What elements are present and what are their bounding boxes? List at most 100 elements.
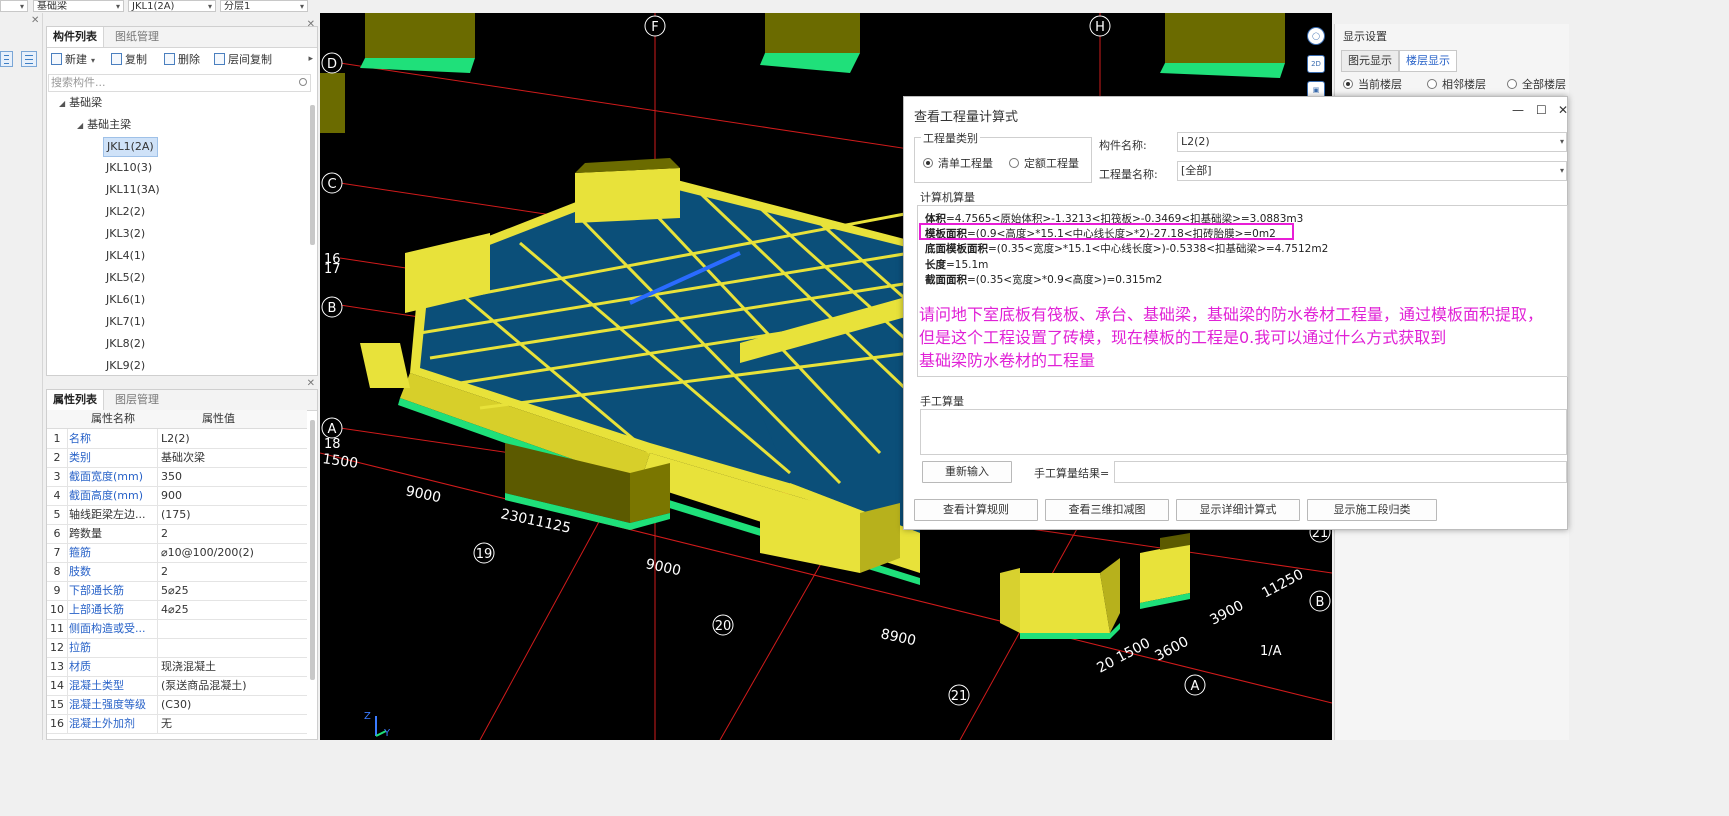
table-row[interactable]: 9 下部通长筋 5⌀25 <box>47 581 307 601</box>
property-value[interactable]: 4⌀25 <box>161 600 307 619</box>
radio-current-floor[interactable]: 当前楼层 <box>1343 76 1402 92</box>
table-row[interactable]: 7 箍筋 ⌀10@100/200(2) <box>47 543 307 563</box>
collapse-arrow-icon[interactable]: ◢ <box>77 121 83 130</box>
show-detail-formula-button[interactable]: 显示详细计算式 <box>1176 499 1300 521</box>
view-calc-rules-button[interactable]: 查看计算规则 <box>914 499 1038 521</box>
detail-view-icon[interactable] <box>21 51 37 67</box>
tree-item[interactable]: JKL2(2) <box>103 203 148 221</box>
tree-item[interactable]: JKL6(1) <box>103 291 148 309</box>
tab-component-list[interactable]: 构件列表 <box>47 27 104 47</box>
property-value[interactable]: 350 <box>161 467 307 486</box>
table-row[interactable]: 13 材质 现浇混凝土 <box>47 657 307 677</box>
property-value[interactable]: 2 <box>161 524 307 543</box>
property-value[interactable]: (C30) <box>161 695 307 714</box>
property-value[interactable]: 2 <box>161 562 307 581</box>
property-value[interactable]: 900 <box>161 486 307 505</box>
orbit-icon[interactable]: ◯ <box>1307 27 1325 45</box>
reinput-button[interactable]: 重新输入 <box>922 461 1012 483</box>
tab-drawing-management[interactable]: 图纸管理 <box>109 27 165 47</box>
tree-node-main-beam[interactable]: ◢ 基础主梁 <box>77 115 131 135</box>
quantity-name-dropdown[interactable]: [全部] ▾ <box>1177 161 1567 181</box>
tree-node-foundation-beam[interactable]: ◢ 基础梁 <box>59 93 102 113</box>
maximize-button[interactable]: ☐ <box>1536 103 1547 117</box>
table-row[interactable]: 8 肢数 2 <box>47 562 307 582</box>
table-row[interactable]: 10 上部通长筋 4⌀25 <box>47 600 307 620</box>
row-number: 9 <box>47 581 68 600</box>
component-dropdown[interactable]: JKL1(2A) ▾ <box>128 0 216 12</box>
more-icon[interactable]: ▸ <box>308 54 313 64</box>
table-row[interactable]: 11 侧面构造或受... <box>47 619 307 639</box>
property-value[interactable]: 基础次梁 <box>161 448 307 467</box>
tree-item[interactable]: JKL1(2A) <box>103 137 158 157</box>
2d-view-button[interactable]: 2D <box>1307 55 1325 73</box>
axis-label-17: 17 <box>324 262 341 277</box>
table-row[interactable]: 5 轴线距梁左边... (175) <box>47 505 307 525</box>
search-placeholder: 搜索构件... <box>51 76 106 89</box>
property-value[interactable]: 无 <box>161 714 307 733</box>
radio-quota-quantity[interactable]: 定额工程量 <box>1009 155 1079 171</box>
type-dropdown[interactable]: 基础梁 ▾ <box>33 0 124 12</box>
table-row[interactable]: 4 截面高度(mm) 900 <box>47 486 307 506</box>
manual-result-field[interactable] <box>1114 461 1567 483</box>
close-icon[interactable]: ✕ <box>307 378 315 389</box>
tree-item[interactable]: JKL3(2) <box>103 225 148 243</box>
table-row[interactable]: 1 名称 L2(2) <box>47 429 307 449</box>
tree-item[interactable]: JKL7(1) <box>103 313 148 331</box>
new-button[interactable]: 新建 ▾ <box>51 52 95 68</box>
show-stage-classify-button[interactable]: 显示施工段归类 <box>1307 499 1437 521</box>
table-row[interactable]: 16 混凝土外加剂无 <box>47 714 307 734</box>
list-view-icon[interactable] <box>0 51 13 67</box>
table-row[interactable]: 14 混凝土类型 (泵送商品混凝土) <box>47 676 307 696</box>
tree-item[interactable]: JKL5(2) <box>103 269 148 287</box>
quantity-name-label: 工程量名称: <box>1099 168 1158 181</box>
property-value[interactable]: (175) <box>161 505 307 524</box>
property-value[interactable]: ⌀10@100/200(2) <box>161 543 307 562</box>
radio-bill-quantity[interactable]: 清单工程量 <box>923 155 993 171</box>
tree-item[interactable]: JKL11(3A) <box>103 181 163 199</box>
table-row[interactable]: 2 类别 基础次梁 <box>47 448 307 468</box>
property-value[interactable]: L2(2) <box>161 429 307 448</box>
annotation-highlight-box <box>919 223 1294 240</box>
tree-item[interactable]: JKL4(1) <box>103 247 148 265</box>
manual-quantity-textarea[interactable] <box>920 409 1567 455</box>
close-button[interactable]: ✕ <box>1558 103 1568 117</box>
property-scrollbar[interactable] <box>310 420 315 680</box>
tab-floor-display[interactable]: 楼层显示 <box>1399 50 1457 72</box>
component-search-input[interactable]: 搜索构件... <box>48 74 311 92</box>
axis-label: H <box>1095 20 1105 35</box>
collapse-arrow-icon[interactable]: ◢ <box>59 99 65 108</box>
component-list-panel: 构件列表 图纸管理 ✕ 新建 ▾ 复制 删除 层间复制 ▸ 搜索构件... ◢ 基础… <box>46 19 318 376</box>
close-icon[interactable]: ✕ <box>31 15 39 26</box>
property-value[interactable]: 5⌀25 <box>161 581 307 600</box>
mode-dropdown[interactable]: ▾ <box>0 0 28 12</box>
tab-element-display[interactable]: 图元显示 <box>1341 50 1399 72</box>
minimize-button[interactable]: — <box>1512 103 1524 117</box>
axis-bubble-A-right: A <box>1184 674 1206 696</box>
table-row[interactable]: 3 截面宽度(mm) 350 <box>47 467 307 487</box>
tree-scrollbar[interactable] <box>310 105 315 245</box>
tab-layer-management[interactable]: 图层管理 <box>109 390 165 410</box>
table-row[interactable]: 15 混凝土强度等级 (C30) <box>47 695 307 715</box>
tree-item[interactable]: JKL8(2) <box>103 335 148 353</box>
property-value[interactable]: (泵送商品混凝土) <box>161 676 307 695</box>
property-value[interactable]: 现浇混凝土 <box>161 657 307 676</box>
property-name: 混凝土外加剂 <box>69 714 158 733</box>
layer-dropdown[interactable]: 分层1 ▾ <box>220 0 308 12</box>
table-row[interactable]: 6 跨数量 2 <box>47 524 307 544</box>
layer-dropdown-value: 分层1 <box>224 1 251 12</box>
copy-icon <box>111 53 122 65</box>
view-3d-deduction-button[interactable]: 查看三维扣减图 <box>1045 499 1169 521</box>
search-icon[interactable] <box>299 78 307 86</box>
radio-adjacent-floor[interactable]: 相邻楼层 <box>1427 76 1486 92</box>
table-row[interactable]: 12 拉筋 <box>47 638 307 658</box>
tree-item[interactable]: JKL9(2) <box>103 357 148 375</box>
floor-copy-button[interactable]: 层间复制 <box>214 52 272 68</box>
close-icon[interactable]: ✕ <box>307 19 315 30</box>
tab-property-list[interactable]: 属性列表 <box>47 390 104 410</box>
tree-item[interactable]: JKL10(3) <box>103 159 155 177</box>
copy-button[interactable]: 复制 <box>111 52 147 68</box>
row-number: 8 <box>47 562 68 581</box>
component-name-field[interactable]: L2(2) ▾ <box>1177 132 1567 152</box>
delete-button[interactable]: 删除 <box>164 52 200 68</box>
radio-all-floors[interactable]: 全部楼层 <box>1507 76 1566 92</box>
